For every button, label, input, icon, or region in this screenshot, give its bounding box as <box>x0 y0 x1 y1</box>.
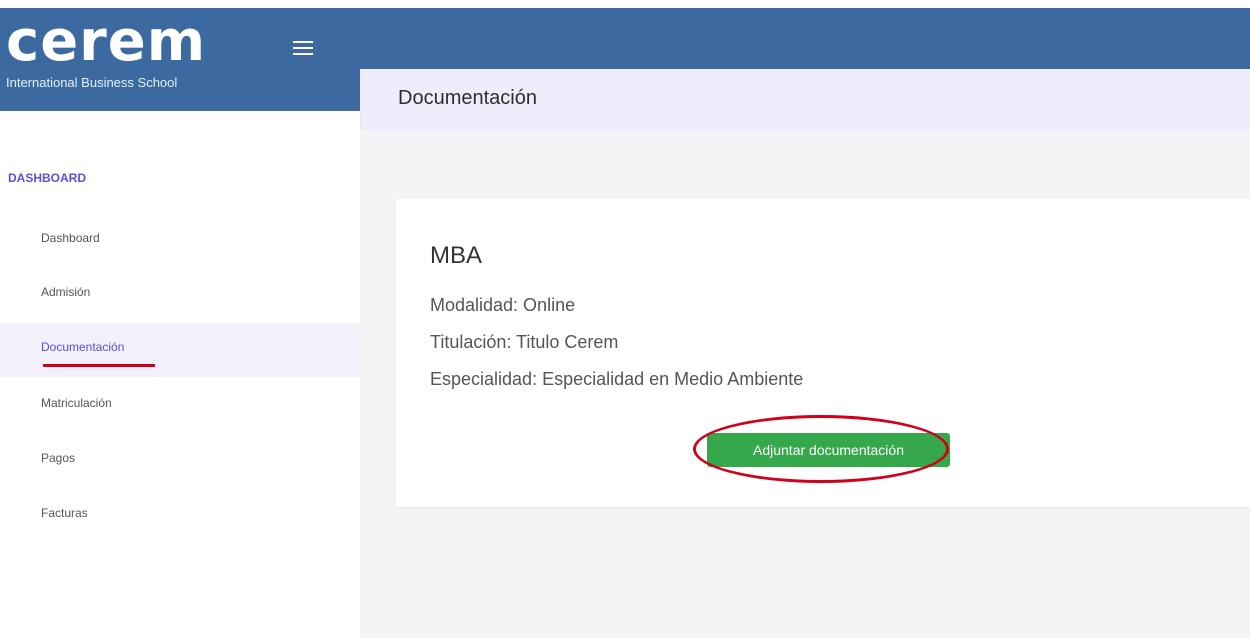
course-name: MBA <box>430 242 483 269</box>
sidebar-item-facturas[interactable]: Facturas <box>0 489 360 543</box>
titulacion-text: Titulación: Titulo Cerem <box>430 332 619 352</box>
sidebar-item-matriculacion[interactable]: Matriculación <box>0 379 360 433</box>
sidebar-item-label: Matriculación <box>41 396 112 410</box>
main-content: MBA Modalidad: Online Titulación: Titulo… <box>360 130 1250 638</box>
modalidad-text: Modalidad: Online <box>430 295 576 315</box>
sidebar-item-documentacion[interactable]: Documentación <box>0 323 360 377</box>
sidebar-item-pagos[interactable]: Pagos <box>0 434 360 488</box>
sidebar-item-label: Documentación <box>41 340 125 354</box>
brand-panel: cerem International Business School <box>0 8 360 111</box>
active-item-underline <box>43 364 155 367</box>
attach-documentation-button[interactable]: Adjuntar documentación <box>707 433 950 467</box>
hamburger-menu-icon[interactable] <box>293 41 313 57</box>
sidebar-item-label: Admisión <box>41 285 91 299</box>
cerem-logo: cerem <box>6 9 207 74</box>
sidebar-item-label: Pagos <box>41 451 76 465</box>
sidebar-item-label: Dashboard <box>41 231 100 245</box>
especialidad-text: Especialidad: Especialidad en Medio Ambi… <box>430 369 804 389</box>
page-header: Documentación <box>360 69 1250 130</box>
program-card: MBA Modalidad: Online Titulación: Titulo… <box>396 199 1250 507</box>
sidebar-item-admision[interactable]: Admisión <box>0 268 360 322</box>
sidebar-item-dashboard[interactable]: Dashboard <box>0 214 360 268</box>
brand-tagline: International Business School <box>6 75 178 90</box>
page-title: Documentación <box>398 87 537 109</box>
sidebar-section-title: DASHBOARD <box>8 171 86 185</box>
sidebar-item-label: Facturas <box>41 506 88 520</box>
sidebar: DASHBOARD Dashboard Admisión Documentaci… <box>0 111 361 638</box>
